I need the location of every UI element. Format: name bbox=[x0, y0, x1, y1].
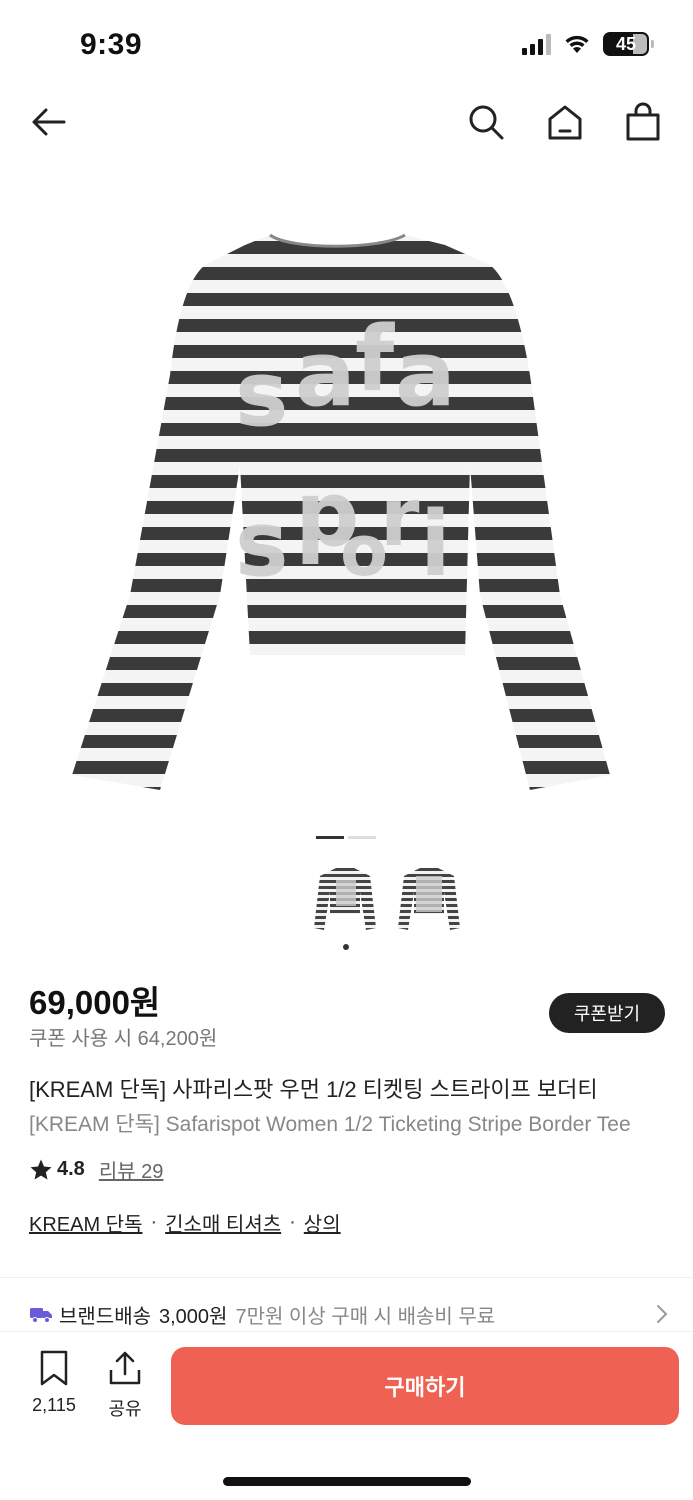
cart-button[interactable] bbox=[619, 98, 667, 146]
battery-level: 45 bbox=[615, 34, 637, 54]
shipping-row[interactable]: 브랜드배송 3,000원 7만원 이상 구매 시 배송비 무료 bbox=[29, 1297, 669, 1331]
bottom-action-bar: 2,115 공유 구매하기 bbox=[0, 1332, 693, 1500]
svg-text:a: a bbox=[395, 322, 456, 427]
svg-text:r: r bbox=[380, 471, 420, 564]
category-link-3[interactable]: 상의 bbox=[304, 1208, 341, 1237]
coupon-button[interactable]: 쿠폰받기 bbox=[549, 993, 665, 1033]
home-indicator bbox=[223, 1477, 471, 1486]
product-name-en: [KREAM 단독] Safarispot Women 1/2 Ticketin… bbox=[29, 1113, 631, 1136]
pager-indicator bbox=[316, 836, 344, 839]
star-icon bbox=[30, 1159, 52, 1179]
category-link-1[interactable]: KREAM 단독 bbox=[29, 1208, 142, 1237]
category-link-2[interactable]: 긴소매 티셔츠 bbox=[165, 1208, 281, 1237]
arrow-left-icon bbox=[32, 108, 66, 136]
search-icon bbox=[469, 105, 504, 140]
review-link[interactable]: 리뷰 29 bbox=[99, 1155, 164, 1184]
coupon-price: 쿠폰 사용 시 64,200원 bbox=[29, 1028, 218, 1050]
thumbnail-list bbox=[312, 862, 462, 936]
rating-value: 4.8 bbox=[57, 1158, 85, 1180]
svg-text:i: i bbox=[420, 492, 451, 597]
name-fade bbox=[643, 1068, 693, 1138]
category-breadcrumb: KREAM 단독 · 긴소매 티셔츠 · 상의 bbox=[29, 1208, 341, 1237]
status-icons: 45 bbox=[522, 32, 654, 56]
shipping-note: 7만원 이상 구매 시 배송비 무료 bbox=[235, 1305, 496, 1328]
truck-icon bbox=[30, 1308, 52, 1323]
shopping-bag-icon bbox=[626, 102, 660, 141]
back-button[interactable] bbox=[24, 98, 72, 146]
share-icon bbox=[109, 1351, 141, 1385]
home-icon bbox=[548, 105, 582, 140]
svg-text:s: s bbox=[235, 492, 289, 597]
svg-text:s: s bbox=[235, 342, 289, 447]
battery-icon: 45 bbox=[603, 32, 654, 56]
shipping-price: 3,000원 bbox=[159, 1305, 228, 1328]
divider bbox=[0, 1277, 693, 1278]
category-separator: · bbox=[150, 1211, 158, 1233]
product-name-ko: [KREAM 단독] 사파리스팟 우먼 1/2 티켓팅 스트라이프 보더티 bbox=[29, 1077, 598, 1102]
image-pager bbox=[316, 836, 376, 839]
shipping-label: 브랜드배송 bbox=[59, 1305, 151, 1328]
product-price: 69,000원 bbox=[29, 984, 161, 1021]
chevron-right-icon bbox=[657, 1305, 668, 1323]
rating-row: 4.8 리뷰 29 bbox=[29, 1155, 163, 1184]
top-nav bbox=[0, 90, 693, 160]
thumbnail-2[interactable] bbox=[396, 862, 462, 936]
share-button[interactable]: 공유 bbox=[100, 1350, 150, 1421]
thumbnail-1[interactable] bbox=[312, 862, 378, 936]
buy-button[interactable]: 구매하기 bbox=[171, 1347, 679, 1425]
svg-text:f: f bbox=[355, 307, 395, 412]
home-button[interactable] bbox=[541, 98, 589, 146]
signal-icon bbox=[522, 33, 551, 55]
thumbnail-dot bbox=[343, 944, 349, 950]
bookmark-button[interactable]: 2,115 bbox=[28, 1350, 80, 1416]
product-image[interactable]: s a f a s p o r i bbox=[60, 215, 633, 800]
bookmark-count: 2,115 bbox=[32, 1395, 76, 1415]
search-button[interactable] bbox=[462, 98, 510, 146]
svg-text:a: a bbox=[295, 322, 356, 427]
category-separator: · bbox=[289, 1211, 296, 1233]
status-time: 9:39 bbox=[80, 28, 143, 61]
bookmark-icon bbox=[40, 1350, 68, 1386]
pager-indicator bbox=[348, 836, 376, 839]
share-label: 공유 bbox=[108, 1399, 142, 1419]
wifi-icon bbox=[565, 35, 589, 53]
status-bar: 9:39 45 bbox=[0, 0, 693, 90]
